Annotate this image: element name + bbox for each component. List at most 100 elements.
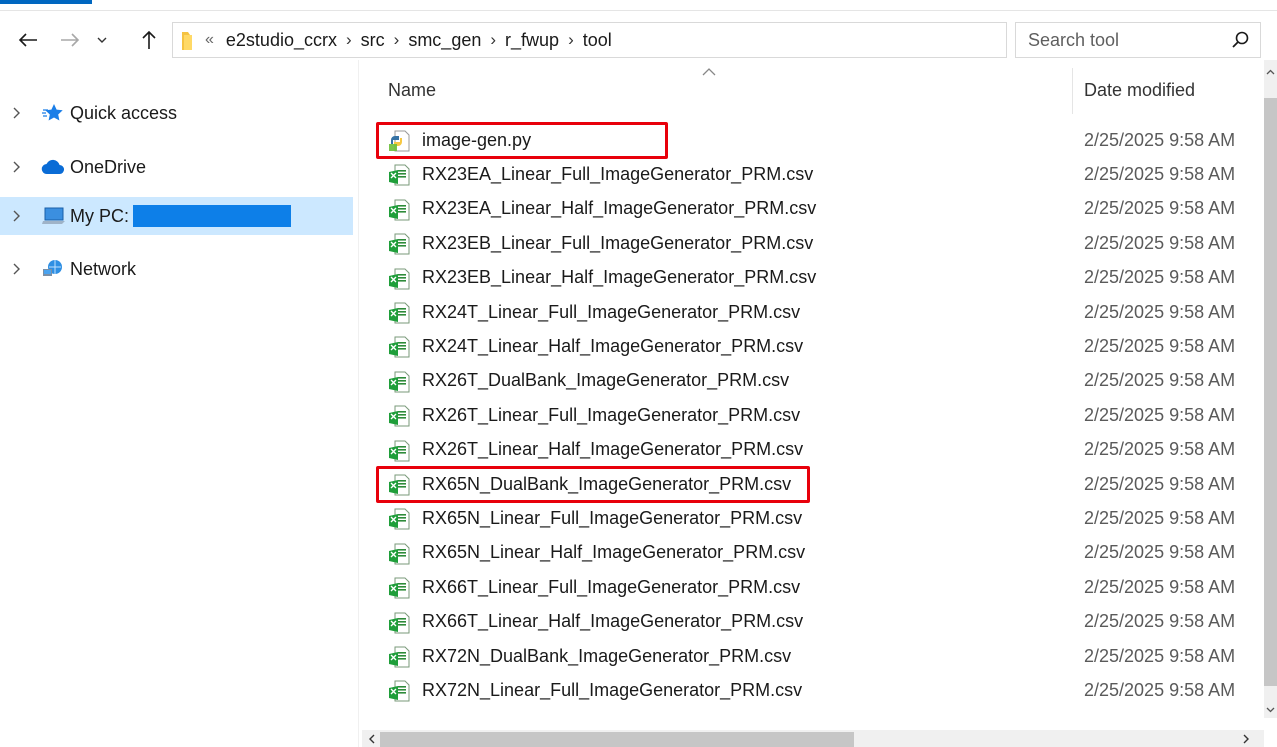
- file-date-modified: 2/25/2025 9:58 AM: [1084, 542, 1236, 563]
- file-name: RX65N_Linear_Full_ImageGenerator_PRM.csv: [422, 508, 803, 529]
- sidebar-item-onedrive[interactable]: OneDrive: [0, 148, 353, 186]
- sidebar-item-label: OneDrive: [70, 156, 147, 177]
- column-header-row: Name Date modified: [362, 60, 1262, 116]
- file-date-modified: 2/25/2025 9:58 AM: [1084, 336, 1236, 357]
- pane-divider[interactable]: [358, 60, 359, 747]
- expand-chevron-icon[interactable]: [0, 161, 32, 173]
- breadcrumb-item-src[interactable]: src: [361, 30, 385, 51]
- cloud-icon: [38, 159, 68, 175]
- annotation-highlight-box: [376, 122, 668, 159]
- ribbon-divider: [0, 10, 1277, 11]
- search-placeholder: Search tool: [1028, 29, 1120, 50]
- file-name: RX72N_Linear_Full_ImageGenerator_PRM.csv: [422, 680, 803, 701]
- address-row: « e2studio_ccrx › src › smc_gen › r_fwup…: [0, 21, 1277, 59]
- file-name: RX26T_DualBank_ImageGenerator_PRM.csv: [422, 370, 790, 391]
- file-row[interactable]: RX23EA_Linear_Half_ImageGenerator_PRM.cs…: [362, 192, 1262, 226]
- file-row[interactable]: RX24T_Linear_Full_ImageGenerator_PRM.csv…: [362, 295, 1262, 329]
- navigation-pane: Quick access OneDrive My PC: Network: [0, 72, 355, 747]
- file-rows: image-gen.py 2/25/2025 9:58 AM RX23EA_Line…: [362, 123, 1262, 711]
- column-resize-handle[interactable]: [1072, 68, 1073, 114]
- vertical-scrollbar-thumb[interactable]: [1264, 98, 1277, 686]
- horizontal-scrollbar-thumb[interactable]: [380, 732, 854, 747]
- sidebar-item-my-pc[interactable]: My PC:: [0, 197, 353, 235]
- recent-locations-button[interactable]: [88, 21, 116, 59]
- csv-file-icon: [388, 440, 410, 467]
- sidebar-item-quick-access[interactable]: Quick access: [0, 94, 353, 132]
- breadcrumb-separator[interactable]: ›: [346, 30, 352, 50]
- csv-file-icon: [388, 233, 410, 260]
- file-name: RX23EA_Linear_Half_ImageGenerator_PRM.cs…: [422, 198, 817, 219]
- annotation-highlight-box: [376, 466, 810, 503]
- expand-chevron-icon[interactable]: [0, 210, 32, 222]
- address-bar[interactable]: « e2studio_ccrx › src › smc_gen › r_fwup…: [172, 22, 1166, 58]
- file-date-modified: 2/25/2025 9:58 AM: [1084, 404, 1236, 425]
- breadcrumb: « e2studio_ccrx › src › smc_gen › r_fwup…: [203, 23, 612, 57]
- file-row[interactable]: RX65N_Linear_Half_ImageGenerator_PRM.csv…: [362, 536, 1262, 570]
- breadcrumb-item-tool[interactable]: tool: [583, 30, 612, 51]
- search-input[interactable]: Search tool: [1015, 22, 1261, 58]
- sidebar-item-label: Network: [70, 258, 137, 279]
- file-date-modified: 2/25/2025 9:58 AM: [1084, 508, 1236, 529]
- file-row[interactable]: RX66T_Linear_Half_ImageGenerator_PRM.csv…: [362, 605, 1262, 639]
- scroll-down-arrow-icon[interactable]: [1264, 702, 1277, 718]
- search-icon[interactable]: [1232, 31, 1250, 49]
- file-row[interactable]: RX72N_Linear_Full_ImageGenerator_PRM.csv…: [362, 673, 1262, 707]
- breadcrumb-separator[interactable]: ›: [568, 30, 574, 50]
- up-button[interactable]: [134, 21, 164, 59]
- breadcrumb-overflow[interactable]: «: [205, 31, 214, 49]
- breadcrumb-item-e2studio-ccrx[interactable]: e2studio_ccrx: [226, 30, 337, 51]
- file-row[interactable]: RX26T_Linear_Half_ImageGenerator_PRM.csv…: [362, 433, 1262, 467]
- file-name: RX66T_Linear_Half_ImageGenerator_PRM.csv: [422, 611, 804, 632]
- file-date-modified: 2/25/2025 9:58 AM: [1084, 439, 1236, 460]
- scroll-up-arrow-icon[interactable]: [1264, 64, 1277, 80]
- active-tab-indicator: [0, 0, 92, 4]
- file-row[interactable]: RX23EB_Linear_Full_ImageGenerator_PRM.cs…: [362, 226, 1262, 260]
- breadcrumb-separator[interactable]: ›: [490, 30, 496, 50]
- arrow-left-icon: [18, 33, 37, 47]
- sidebar-item-label: Quick access: [70, 102, 178, 123]
- file-name: RX23EA_Linear_Full_ImageGenerator_PRM.cs…: [422, 164, 814, 185]
- csv-file-icon: [388, 543, 410, 570]
- file-row[interactable]: RX72N_DualBank_ImageGenerator_PRM.csv 2/2…: [362, 639, 1262, 673]
- star-icon: [38, 103, 68, 123]
- breadcrumb-item-r-fwup[interactable]: r_fwup: [505, 30, 559, 51]
- folder-icon: [182, 32, 192, 50]
- redacted-computer-name: [133, 205, 292, 227]
- network-icon: [38, 259, 68, 279]
- back-button[interactable]: [8, 21, 48, 59]
- breadcrumb-item-smc-gen[interactable]: smc_gen: [408, 30, 481, 51]
- file-name: RX65N_Linear_Half_ImageGenerator_PRM.csv: [422, 542, 806, 563]
- file-name: RX24T_Linear_Full_ImageGenerator_PRM.csv: [422, 301, 801, 322]
- file-name: RX23EB_Linear_Half_ImageGenerator_PRM.cs…: [422, 267, 817, 288]
- sidebar-item-network[interactable]: Network: [0, 250, 353, 288]
- file-list-pane: Name Date modified image-gen.py 2/25/2025…: [362, 60, 1277, 747]
- file-date-modified: 2/25/2025 9:58 AM: [1084, 645, 1236, 666]
- file-row[interactable]: RX26T_DualBank_ImageGenerator_PRM.csv 2/2…: [362, 364, 1262, 398]
- forward-button[interactable]: [52, 21, 88, 59]
- file-name: RX24T_Linear_Half_ImageGenerator_PRM.csv: [422, 336, 804, 357]
- file-row[interactable]: RX72N_Linear_Half_ImageGenerator_PRM.csv…: [362, 708, 1262, 711]
- file-date-modified: 2/25/2025 9:58 AM: [1084, 611, 1236, 632]
- sidebar-item-label: My PC:: [70, 205, 130, 226]
- breadcrumb-separator[interactable]: ›: [394, 30, 400, 50]
- file-row[interactable]: RX66T_Linear_Full_ImageGenerator_PRM.csv…: [362, 570, 1262, 604]
- column-header-date-modified[interactable]: Date modified: [1084, 80, 1195, 101]
- expand-chevron-icon[interactable]: [0, 263, 32, 275]
- file-date-modified: 2/25/2025 9:58 AM: [1084, 576, 1236, 597]
- file-row[interactable]: RX23EB_Linear_Half_ImageGenerator_PRM.cs…: [362, 261, 1262, 295]
- file-row[interactable]: RX65N_Linear_Full_ImageGenerator_PRM.csv…: [362, 501, 1262, 535]
- file-name: RX26T_Linear_Half_ImageGenerator_PRM.csv: [422, 439, 804, 460]
- scroll-right-arrow-icon[interactable]: [1238, 731, 1254, 747]
- csv-file-icon: [388, 164, 410, 191]
- file-row[interactable]: RX24T_Linear_Half_ImageGenerator_PRM.csv…: [362, 329, 1262, 363]
- file-row[interactable]: RX23EA_Linear_Full_ImageGenerator_PRM.cs…: [362, 157, 1262, 191]
- file-date-modified: 2/25/2025 9:58 AM: [1084, 164, 1236, 185]
- column-header-name[interactable]: Name: [388, 80, 436, 101]
- file-date-modified: 2/25/2025 9:58 AM: [1084, 370, 1236, 391]
- sort-ascending-icon: [702, 68, 716, 76]
- csv-file-icon: [388, 405, 410, 432]
- expand-chevron-icon[interactable]: [0, 107, 32, 119]
- file-row[interactable]: RX26T_Linear_Full_ImageGenerator_PRM.csv…: [362, 398, 1262, 432]
- scroll-left-arrow-icon[interactable]: [364, 731, 380, 747]
- csv-file-icon: [388, 508, 410, 535]
